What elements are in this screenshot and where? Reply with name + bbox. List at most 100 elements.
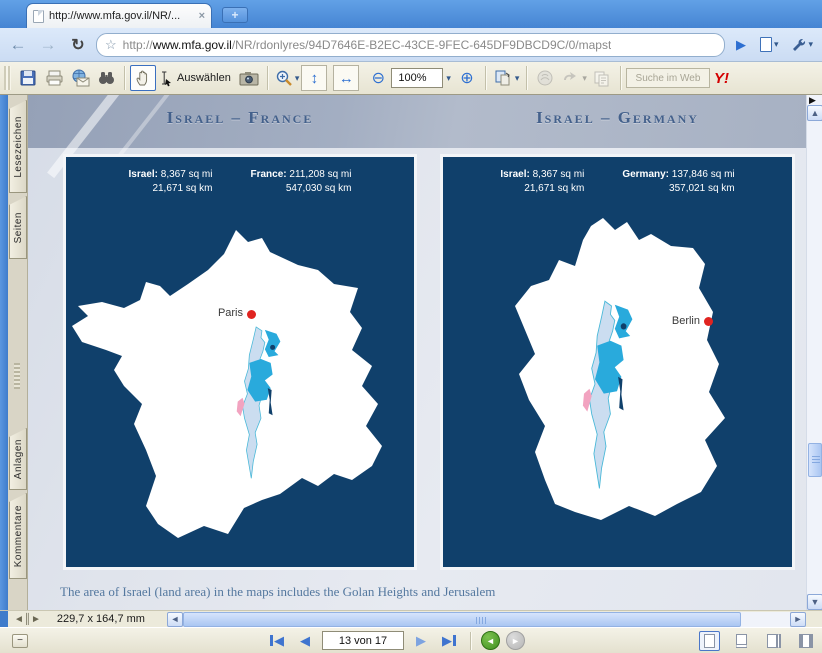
france-map bbox=[66, 208, 420, 564]
germany-outline bbox=[515, 218, 725, 520]
magnifier-zoom-icon bbox=[275, 69, 293, 87]
url-text[interactable]: http://www.mfa.gov.il/NR/rdonlyres/94D76… bbox=[123, 38, 612, 52]
page-display-button[interactable]: ▾ bbox=[491, 65, 522, 91]
collapse-statusbar-button[interactable]: − bbox=[12, 634, 28, 648]
zoom-tool-button[interactable]: ▾ bbox=[273, 65, 302, 91]
vertical-scrollbar[interactable]: ▶ ▲ ▼ bbox=[806, 95, 822, 610]
single-page-view-button[interactable] bbox=[699, 631, 720, 651]
berlin-dot bbox=[704, 317, 713, 326]
web-search-input[interactable]: Suche im Web bbox=[626, 68, 710, 88]
sidebar-tab-anlagen[interactable]: Anlagen bbox=[9, 428, 27, 490]
facing-view-button[interactable] bbox=[763, 631, 784, 651]
continuous-view-button[interactable] bbox=[731, 631, 752, 651]
scroll-right-button[interactable]: ► bbox=[790, 612, 806, 627]
next-page-icon: ▶ bbox=[416, 634, 426, 647]
page-menu-icon bbox=[760, 37, 772, 52]
toolbar-separator bbox=[267, 66, 268, 90]
snapshot-button[interactable] bbox=[236, 65, 262, 91]
copy-button-disabled bbox=[589, 65, 615, 91]
page-menu-button[interactable]: ▾ bbox=[757, 37, 782, 52]
status-bar: − ◀ ◀ 13 von 17 ▶ ▶ ◄ ► bbox=[0, 627, 822, 653]
forward-button[interactable]: → bbox=[36, 35, 60, 55]
fit-height-button[interactable]: ↕ bbox=[301, 65, 327, 91]
save-button[interactable] bbox=[15, 65, 41, 91]
sidebar-tab-lesezeichen[interactable]: Lesezeichen bbox=[9, 100, 27, 193]
israel-stat-label: Israel: bbox=[129, 169, 158, 180]
tools-menu-button[interactable]: ▾ bbox=[787, 37, 816, 53]
toolbar-separator bbox=[620, 66, 621, 90]
germany-sqkm: 357,021 sq km bbox=[622, 182, 734, 196]
zoom-in-icon: ⊕ bbox=[460, 68, 473, 88]
last-page-button[interactable]: ▶ bbox=[438, 632, 460, 650]
paris-dot bbox=[247, 310, 256, 319]
pdf-page: Israel – France Israel – Germany Israel:… bbox=[28, 95, 806, 610]
reload-button[interactable]: ↻ bbox=[66, 35, 90, 55]
germany-sqmi: 137,846 sq mi bbox=[672, 169, 735, 180]
tab-close-icon[interactable]: × bbox=[199, 10, 205, 22]
viewer-area: Lesezeichen Seiten Anlagen Kommentare Is… bbox=[0, 95, 822, 610]
zoom-level-value: 100% bbox=[398, 72, 426, 84]
statusbar-splitter-icon[interactable]: ◄║► bbox=[8, 614, 47, 625]
yahoo-logo[interactable]: Y! bbox=[710, 70, 733, 87]
horizontal-scroll-row: ◄║► 229,7 x 164,7 mm ◄ ► bbox=[0, 610, 822, 627]
sidebar-tab-label: Anlagen bbox=[13, 439, 24, 479]
sidebar-tab-label: Lesezeichen bbox=[13, 116, 24, 178]
israel-stat: Israel: 8,367 sq mi 21,671 sq km bbox=[500, 168, 584, 196]
facing-icon bbox=[767, 634, 781, 648]
print-button[interactable] bbox=[41, 65, 67, 91]
chevron-down-icon: ▾ bbox=[515, 73, 520, 84]
chevron-down-icon: ▾ bbox=[808, 39, 813, 50]
select-tool-button[interactable]: Auswählen bbox=[156, 65, 236, 91]
toolbar-grip bbox=[4, 66, 11, 90]
fit-width-button[interactable]: ↔ bbox=[333, 65, 359, 91]
undo-button-disabled: ▾ bbox=[558, 65, 589, 91]
scroll-up-button[interactable]: ▲ bbox=[807, 105, 822, 121]
germany-map bbox=[443, 208, 798, 573]
tab-title: http://www.mfa.gov.il/NR/... bbox=[49, 10, 194, 22]
page-indicator-input[interactable]: 13 von 17 bbox=[322, 631, 404, 650]
zoom-in-button[interactable]: ⊕ bbox=[454, 65, 480, 91]
israel-sqkm: 21,671 sq km bbox=[500, 182, 584, 196]
new-tab-button[interactable]: + bbox=[222, 7, 248, 23]
france-sqkm: 547,030 sq km bbox=[250, 182, 351, 196]
bookmark-star-icon[interactable]: ☆ bbox=[105, 37, 117, 53]
navigation-pane-tabs: Lesezeichen Seiten Anlagen Kommentare bbox=[8, 95, 28, 610]
zoom-level-input[interactable]: 100% bbox=[391, 68, 443, 88]
france-map-panel: Israel: 8,367 sq mi 21,671 sq km France:… bbox=[63, 154, 417, 570]
sidebar-tab-seiten[interactable]: Seiten bbox=[9, 196, 27, 259]
back-button[interactable]: ← bbox=[6, 35, 30, 55]
email-button[interactable] bbox=[67, 65, 93, 91]
france-sqmi: 211,208 sq mi bbox=[289, 169, 351, 180]
scroll-down-button[interactable]: ▼ bbox=[807, 594, 822, 610]
scroll-left-button[interactable]: ◄ bbox=[167, 612, 183, 627]
sidebar-tab-kommentare[interactable]: Kommentare bbox=[9, 493, 27, 579]
email-icon bbox=[70, 69, 90, 87]
israel-stat: Israel: 8,367 sq mi 21,671 sq km bbox=[129, 168, 213, 196]
browser-tab[interactable]: http://www.mfa.gov.il/NR/... × bbox=[26, 3, 212, 28]
undo-arrow-icon bbox=[560, 70, 580, 86]
horizontal-scroll-track[interactable] bbox=[183, 612, 790, 627]
hand-tool-button[interactable] bbox=[130, 65, 156, 91]
print-icon bbox=[45, 69, 64, 87]
first-page-button[interactable]: ◀ bbox=[266, 632, 288, 650]
next-view-button: ► bbox=[506, 631, 525, 650]
pane-splitter-handle[interactable] bbox=[14, 363, 20, 389]
next-page-button[interactable]: ▶ bbox=[410, 632, 432, 650]
go-button[interactable]: ▶ bbox=[731, 37, 751, 53]
previous-view-button[interactable]: ◄ bbox=[481, 631, 500, 650]
vertical-scroll-thumb[interactable] bbox=[808, 443, 822, 477]
address-bar[interactable]: ☆ http://www.mfa.gov.il/NR/rdonlyres/94D… bbox=[96, 33, 725, 57]
statusbar-separator bbox=[470, 632, 471, 650]
single-page-icon bbox=[704, 634, 715, 648]
continuous-facing-view-button[interactable] bbox=[795, 631, 816, 651]
last-page-icon bbox=[453, 635, 456, 646]
document-copy-icon bbox=[593, 70, 610, 87]
hand-tool-icon bbox=[134, 69, 152, 87]
chevron-down-icon: ▾ bbox=[774, 39, 779, 50]
zoom-dropdown-icon[interactable]: ▾ bbox=[443, 73, 454, 84]
horizontal-scroll-thumb[interactable] bbox=[183, 612, 741, 627]
stamp-icon bbox=[536, 69, 554, 87]
search-button[interactable] bbox=[93, 65, 119, 91]
previous-page-button[interactable]: ◀ bbox=[294, 632, 316, 650]
zoom-out-button[interactable]: ⊖ bbox=[365, 65, 391, 91]
